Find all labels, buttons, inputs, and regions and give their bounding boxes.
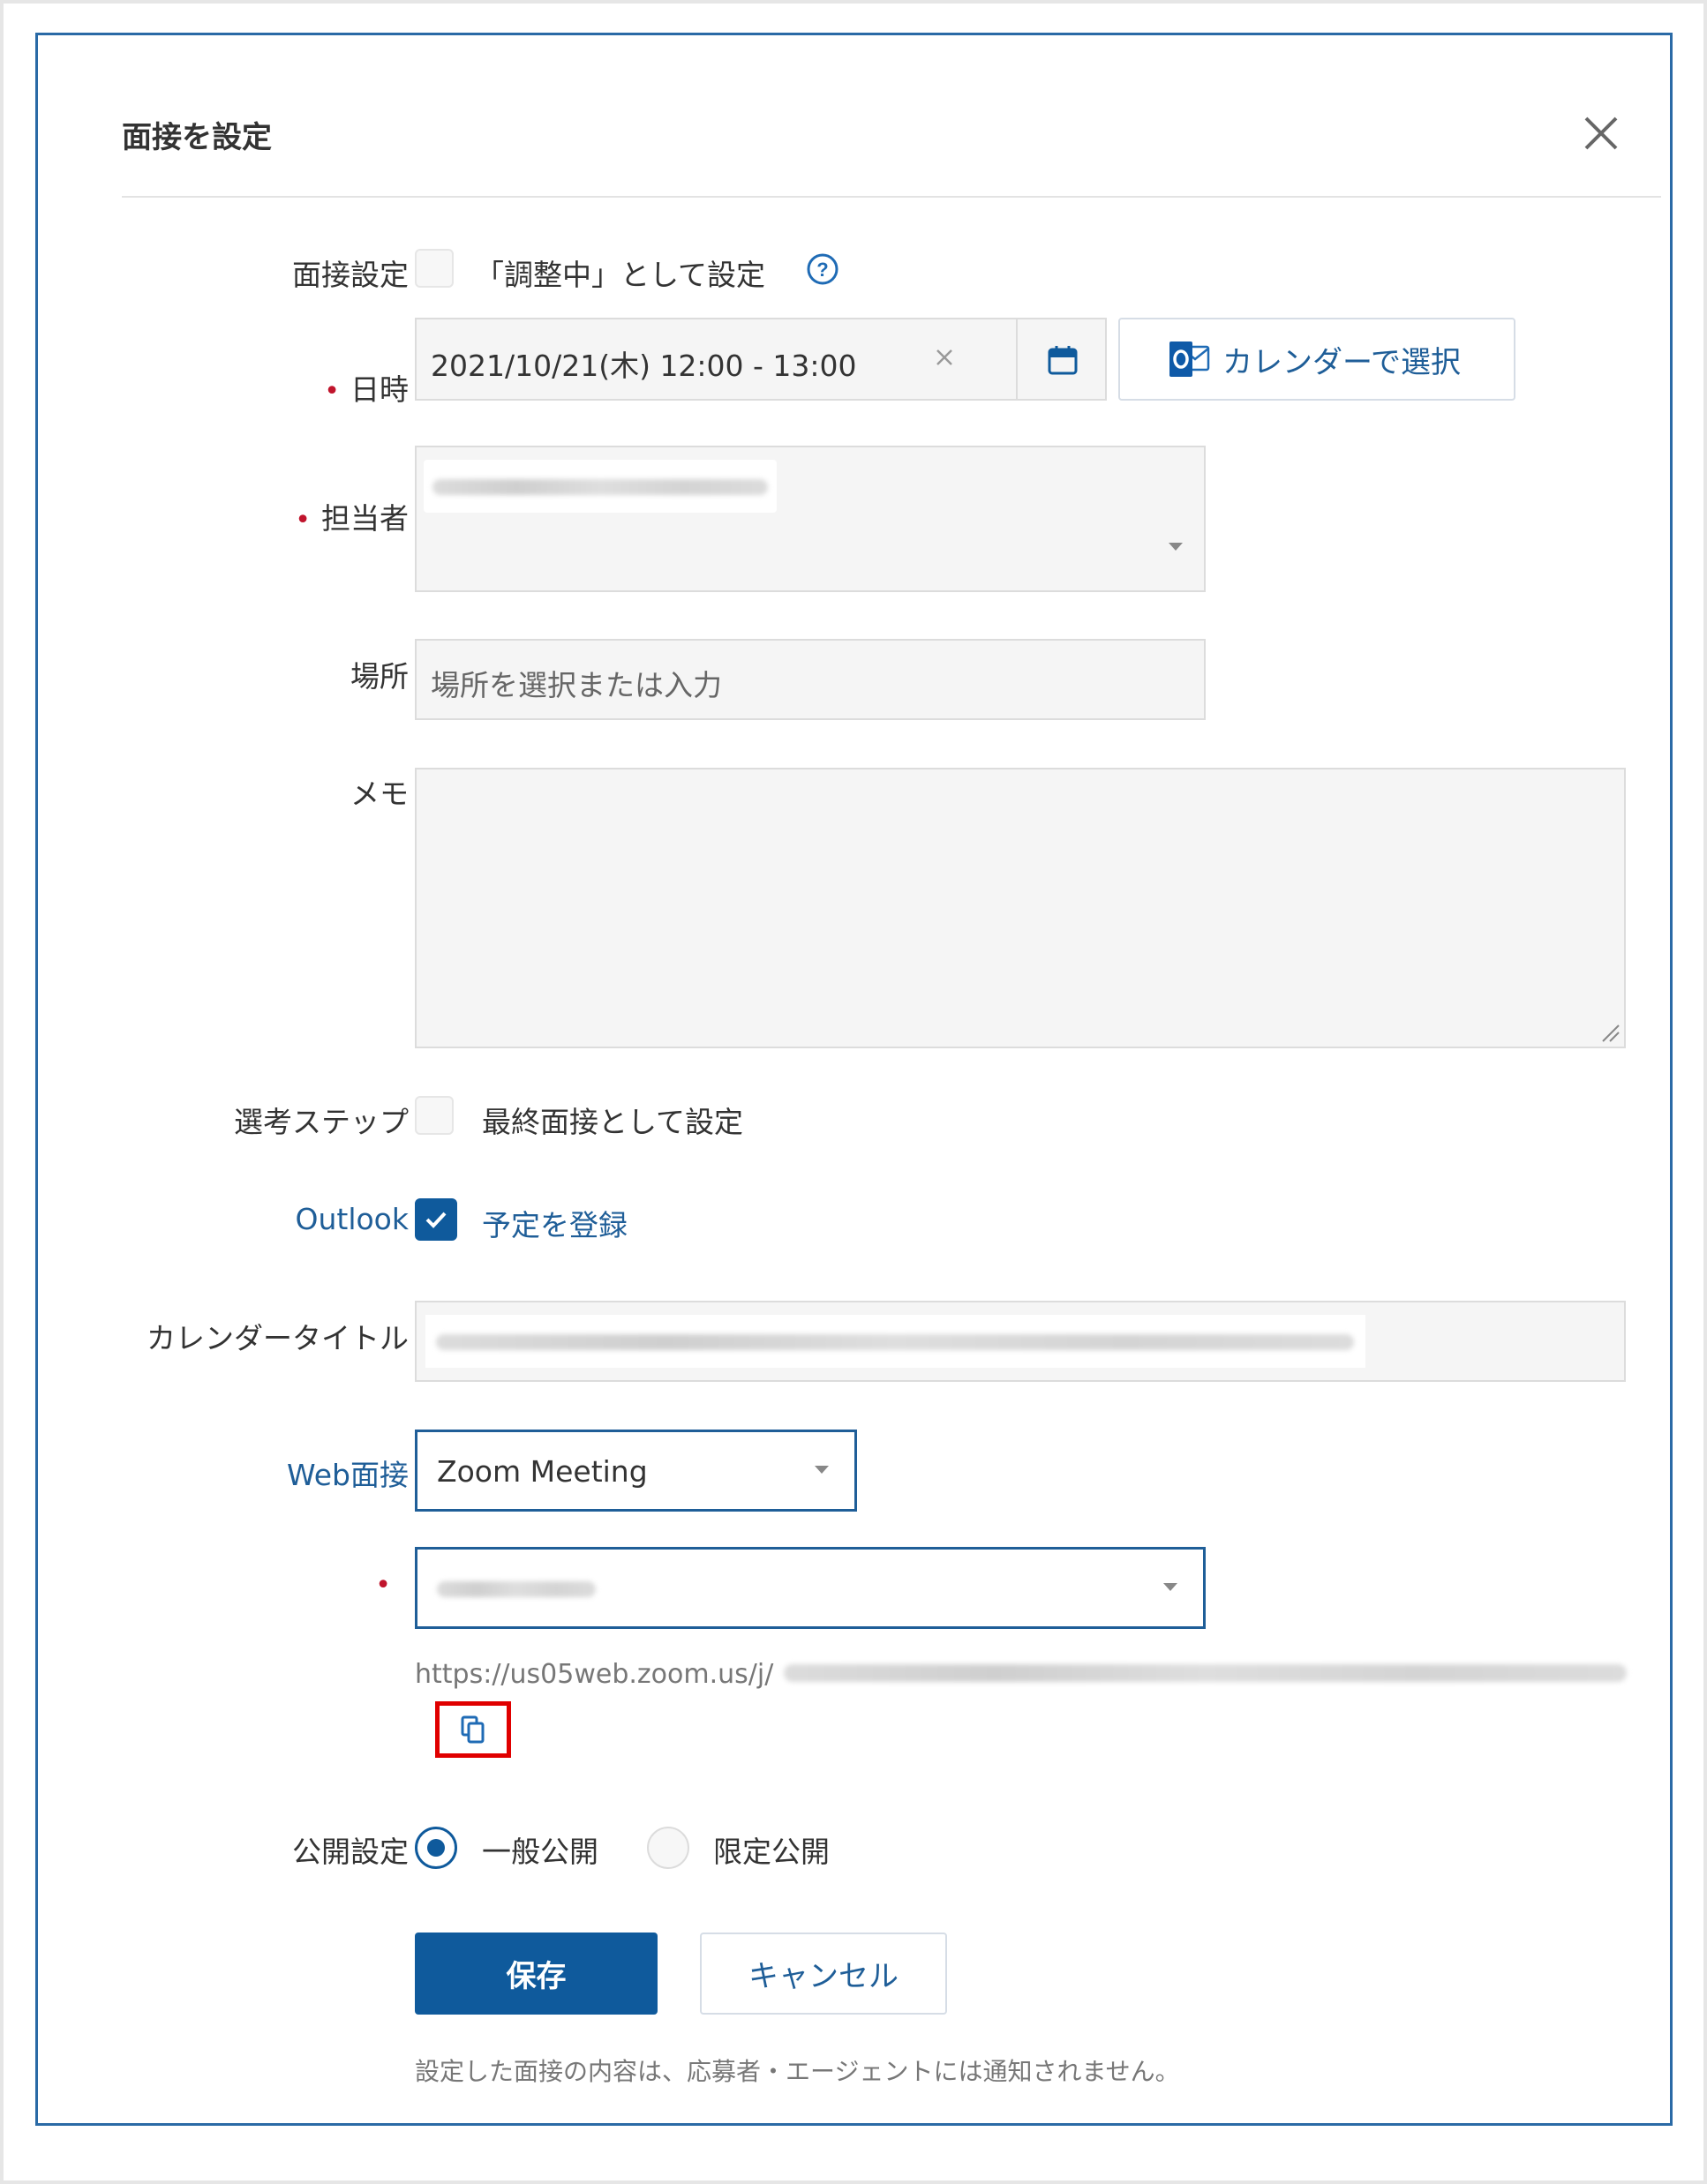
copy-icon xyxy=(461,1715,485,1744)
zoom-url-redacted xyxy=(784,1664,1627,1682)
svg-text:?: ? xyxy=(816,259,828,281)
datetime-label-text: 日時 xyxy=(350,372,409,407)
assignee-select[interactable] xyxy=(415,446,1206,592)
required-mark: • xyxy=(375,1570,391,1601)
outlook-register-checkbox[interactable] xyxy=(415,1198,457,1241)
required-mark: • xyxy=(295,505,311,536)
radio-public[interactable] xyxy=(415,1827,457,1869)
radio-limited-label: 限定公開 xyxy=(713,1835,830,1869)
interview-setting-label: 面接設定 xyxy=(292,258,409,292)
check-icon xyxy=(425,1212,447,1228)
web-interview-label: Web面接 xyxy=(287,1458,409,1492)
save-button[interactable]: 保存 xyxy=(415,1933,658,2015)
tentative-checkbox-label: 「調整中」として設定 xyxy=(475,258,766,292)
web-interview-select[interactable]: Zoom Meeting xyxy=(415,1430,857,1512)
zoom-account-select[interactable] xyxy=(415,1547,1206,1629)
outlook-label: Outlook xyxy=(295,1202,410,1236)
radio-limited[interactable] xyxy=(647,1827,689,1869)
radio-dot xyxy=(427,1839,445,1857)
visibility-label: 公開設定 xyxy=(292,1835,409,1869)
location-label: 場所 xyxy=(350,659,409,694)
outlook-register-label: 予定を登録 xyxy=(482,1208,628,1242)
selection-step-label: 選考ステップ xyxy=(234,1105,409,1139)
web-interview-selected: Zoom Meeting xyxy=(437,1454,648,1489)
memo-label: メモ xyxy=(350,777,409,811)
notification-note: 設定した面接の内容は、応募者・エージェントには通知されません。 xyxy=(415,2057,1180,2086)
outlook-icon xyxy=(1166,336,1212,382)
zoom-account-redacted xyxy=(437,1581,596,1597)
assignee-label-text: 担当者 xyxy=(321,501,409,536)
copy-url-button[interactable] xyxy=(435,1701,511,1758)
calendar-title-label: カレンダータイトル xyxy=(147,1321,409,1355)
calendar-icon xyxy=(1046,343,1079,377)
zoom-url-prefix: https://us05web.zoom.us/j/ xyxy=(415,1659,774,1690)
memo-textarea[interactable] xyxy=(415,768,1626,1048)
chevron-down-icon xyxy=(815,1466,829,1474)
interview-dialog: 面接を設定 面接設定 「調整中」として設定 ? • 日時 2021/10/21(木… xyxy=(35,33,1673,2126)
chevron-down-icon xyxy=(1169,543,1183,551)
cancel-button[interactable]: キャンセル xyxy=(700,1933,947,2015)
radio-public-label: 一般公開 xyxy=(482,1835,598,1869)
question-circle-icon[interactable]: ? xyxy=(806,252,839,286)
calendar-select-label: カレンダーで選択 xyxy=(1222,344,1461,380)
calendar-title-value-area xyxy=(425,1315,1365,1368)
assignee-tag[interactable] xyxy=(424,460,777,513)
resize-handle-icon[interactable] xyxy=(1599,1022,1621,1043)
assignee-label: • 担当者 xyxy=(38,495,409,537)
title-divider xyxy=(122,196,1661,198)
final-interview-checkbox[interactable] xyxy=(415,1096,454,1135)
assignee-tag-redacted xyxy=(432,479,768,495)
calendar-button[interactable] xyxy=(1016,318,1107,401)
tentative-checkbox[interactable] xyxy=(415,249,454,288)
dialog-title: 面接を設定 xyxy=(122,120,272,155)
close-icon[interactable] xyxy=(1581,113,1621,154)
calendar-title-redacted xyxy=(436,1334,1354,1350)
datetime-value: 2021/10/21(木) 12:00 - 13:00 xyxy=(431,349,857,383)
datetime-label: • 日時 xyxy=(38,366,409,409)
calendar-title-input[interactable] xyxy=(415,1301,1626,1382)
location-placeholder: 場所を選択または入力 xyxy=(431,668,722,702)
location-input[interactable]: 場所を選択または入力 xyxy=(415,639,1206,720)
datetime-input[interactable]: 2021/10/21(木) 12:00 - 13:00 xyxy=(415,318,1018,401)
chevron-down-icon xyxy=(1163,1583,1177,1591)
final-interview-checkbox-label: 最終面接として設定 xyxy=(482,1105,744,1139)
clear-icon[interactable] xyxy=(933,346,956,369)
calendar-select-button[interactable]: カレンダーで選択 xyxy=(1118,318,1515,401)
zoom-account-label: • xyxy=(31,1566,402,1601)
required-mark: • xyxy=(324,376,340,407)
